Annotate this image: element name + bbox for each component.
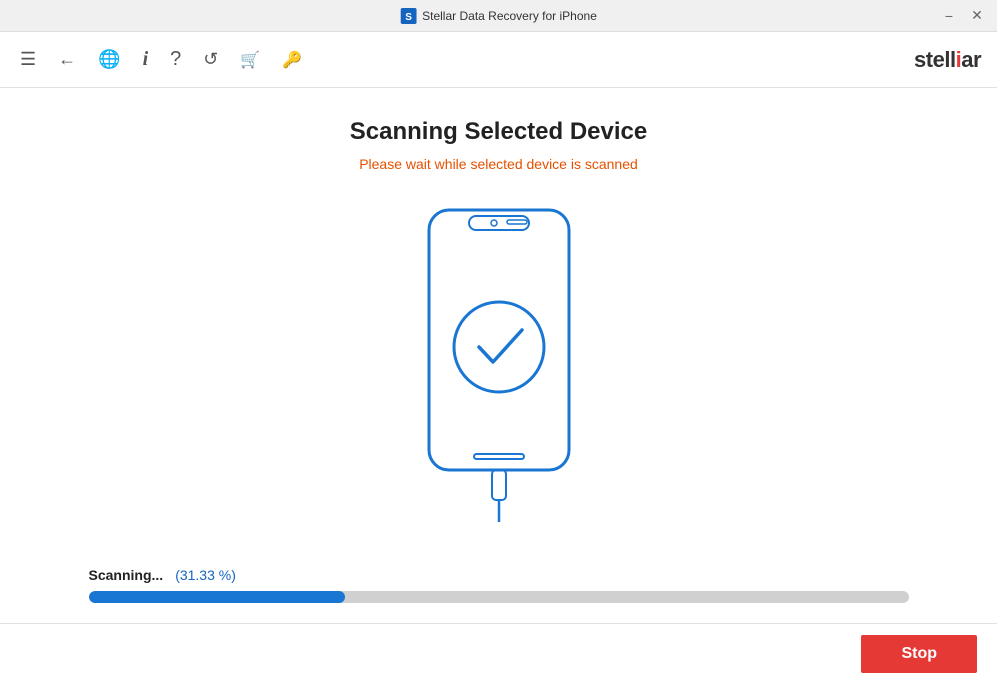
stellar-logo: stelliar: [914, 47, 981, 73]
title-bar-center: S Stellar Data Recovery for iPhone: [400, 8, 597, 24]
page-title: Scanning Selected Device: [350, 118, 647, 146]
close-button[interactable]: ✕: [965, 4, 989, 28]
page-subtitle: Please wait while selected device is sca…: [359, 156, 638, 172]
progress-percent: (31.33 %): [175, 567, 236, 583]
title-bar-controls: − ✕: [937, 4, 989, 28]
globe-icon[interactable]: 🌐: [94, 45, 124, 74]
refresh-icon[interactable]: ↺: [199, 45, 222, 74]
key-icon[interactable]: 🔑: [278, 46, 306, 74]
bottom-bar: Stop: [0, 623, 997, 683]
title-bar: S Stellar Data Recovery for iPhone − ✕: [0, 0, 997, 32]
app-icon: S: [400, 8, 416, 24]
toolbar: ☰ ← 🌐 i ? ↺ 🛒 🔑 stelliar: [0, 32, 997, 88]
main-content: Scanning Selected Device Please wait whi…: [0, 88, 997, 623]
cart-icon[interactable]: 🛒: [236, 46, 264, 74]
help-icon[interactable]: ?: [166, 44, 185, 75]
info-icon[interactable]: i: [139, 44, 153, 75]
title-bar-title: Stellar Data Recovery for iPhone: [422, 9, 597, 23]
stop-button[interactable]: Stop: [861, 635, 977, 673]
back-icon[interactable]: ←: [54, 45, 80, 74]
minimize-button[interactable]: −: [937, 4, 961, 28]
scanning-label: Scanning...: [89, 567, 164, 583]
stellar-logo-highlight: i: [956, 47, 962, 72]
progress-section: Scanning... (31.33 %): [69, 567, 929, 603]
toolbar-left: ☰ ← 🌐 i ? ↺ 🛒 🔑: [16, 44, 306, 75]
progress-bar-track: [89, 591, 909, 603]
progress-bar-fill: [89, 591, 346, 603]
svg-text:S: S: [405, 12, 412, 23]
phone-svg: [419, 202, 579, 522]
progress-labels: Scanning... (31.33 %): [89, 567, 909, 583]
menu-icon[interactable]: ☰: [16, 45, 40, 74]
phone-illustration: [419, 202, 579, 522]
